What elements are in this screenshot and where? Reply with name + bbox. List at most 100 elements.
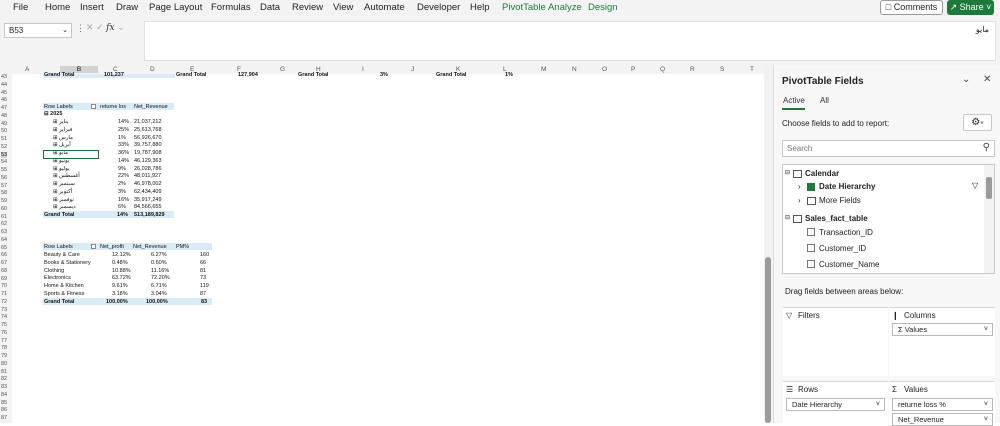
pivot2-category[interactable]: Books & Stationery (44, 260, 91, 266)
expand-icon[interactable]: ⊞ (53, 135, 58, 141)
pivot1-year[interactable]: ⊟ 2025 (44, 111, 62, 117)
row-header[interactable]: 61 (1, 214, 7, 220)
field-date-hierarchy[interactable]: Date Hierarchy (819, 182, 875, 191)
tab-automate[interactable]: Automate (364, 2, 405, 13)
pivot1-month-label[interactable]: نوفمبر (59, 197, 74, 203)
pivot2-net-revenue[interactable]: 0.60% (151, 260, 167, 266)
row-header[interactable]: 49 (1, 121, 7, 127)
row-header[interactable]: 74 (1, 314, 7, 320)
row-header[interactable]: 65 (1, 245, 7, 251)
close-icon[interactable]: ✕ (983, 74, 991, 85)
pivot2-header-profit[interactable]: Net_profit (100, 244, 124, 250)
row-header[interactable]: 79 (1, 353, 7, 359)
cell[interactable]: Grand Total (176, 72, 206, 78)
pivot2-net-revenue[interactable]: 6.27% (151, 252, 167, 258)
column-header[interactable]: I (362, 66, 364, 73)
pivot1-month-label[interactable]: سبتمبر (59, 181, 75, 187)
row-header[interactable]: 73 (1, 307, 7, 313)
expand-icon[interactable]: ⊞ (53, 166, 58, 172)
pivot1-total-pct[interactable]: 14% (117, 212, 128, 218)
row-header[interactable]: 53 (1, 151, 8, 158)
pivot2-pm[interactable]: 87 (200, 291, 206, 297)
tab-page-layout[interactable]: Page Layout (149, 2, 202, 13)
row-header[interactable]: 83 (1, 384, 7, 390)
column-header[interactable]: N (572, 66, 577, 73)
row-header[interactable]: 87 (1, 415, 7, 421)
expand-icon[interactable]: ⊞ (53, 189, 58, 195)
field-table-sales[interactable]: Sales_fact_table (805, 214, 868, 223)
selected-cell-b53[interactable] (43, 150, 99, 159)
chevron-down-icon[interactable]: ⌄ (62, 24, 68, 37)
row-header[interactable]: 68 (1, 268, 7, 274)
pivot2-category[interactable]: Clothing (44, 268, 64, 274)
row-header[interactable]: 56 (1, 175, 7, 181)
row-header[interactable]: 82 (1, 376, 7, 382)
pivot1-returns-pct[interactable]: 14% (118, 119, 129, 125)
column-header[interactable]: G (280, 66, 285, 73)
field-list-scroll-thumb[interactable] (986, 177, 992, 199)
more-options-icon[interactable]: ⋮ (76, 23, 85, 34)
row-header[interactable]: 76 (1, 330, 7, 336)
tab-active[interactable]: Active (783, 96, 805, 105)
chevron-down-icon[interactable]: ⌄ (962, 74, 970, 85)
column-header[interactable]: J (411, 66, 414, 73)
expand-icon[interactable]: ⊞ (53, 181, 58, 187)
worksheet-grid[interactable]: A B C D E F G H I J K L M N O P Q R S T … (0, 65, 764, 423)
pivot1-net-revenue[interactable]: 19,787,908 (134, 150, 162, 156)
pivot1-returns-pct[interactable]: 22% (118, 173, 129, 179)
pivot2-header-revenue[interactable]: Net_Revenue (133, 244, 167, 250)
row-header[interactable]: 77 (1, 338, 7, 344)
pivot2-net-profit[interactable]: 12.12% (112, 252, 131, 258)
row-header[interactable]: 50 (1, 128, 7, 134)
pivot1-net-revenue[interactable]: 46,978,002 (134, 181, 162, 187)
cell[interactable]: Grand Total (44, 72, 74, 78)
pivot1-returns-pct[interactable]: 6% (118, 204, 126, 210)
pivot1-net-revenue[interactable]: 35,917,249 (134, 197, 162, 203)
pivot1-header-row-labels[interactable]: Row Labels (44, 104, 73, 110)
tab-formulas[interactable]: Formulas (211, 2, 251, 13)
chevron-down-icon[interactable]: ˅ (984, 399, 988, 410)
field-search-input[interactable]: Search ⚲ (782, 140, 995, 157)
tab-draw[interactable]: Draw (116, 2, 138, 13)
row-header[interactable]: 47 (1, 105, 7, 111)
collapse-icon[interactable]: ⊟ (785, 169, 790, 176)
pivot1-returns-pct[interactable]: 9% (118, 166, 126, 172)
row-header[interactable]: 46 (1, 97, 7, 103)
pivot2-total-rev[interactable]: 100.00% (146, 299, 168, 305)
share-button[interactable]: ↗ Share ˅ (947, 0, 994, 15)
pivot2-total-profit[interactable]: 100.00% (106, 299, 128, 305)
column-header[interactable]: M (541, 66, 546, 73)
column-header[interactable]: P (631, 66, 635, 73)
pivot2-net-profit[interactable]: 3.18% (112, 291, 128, 297)
column-header[interactable]: A (25, 66, 29, 73)
name-box[interactable]: B53 ⌄ (4, 23, 72, 38)
expand-icon[interactable]: ⊞ (53, 119, 58, 125)
row-header[interactable]: 55 (1, 167, 7, 173)
row-header[interactable]: 71 (1, 291, 7, 297)
chevron-down-icon[interactable]: ˅ (876, 399, 880, 410)
row-header[interactable]: 64 (1, 237, 7, 243)
pivot2-pm[interactable]: 66 (200, 260, 206, 266)
tab-file[interactable]: File (13, 2, 28, 13)
collapse-icon[interactable]: ⊟ (785, 214, 790, 221)
tab-developer[interactable]: Developer (417, 2, 460, 13)
row-header[interactable]: 85 (1, 400, 7, 406)
enter-icon[interactable]: ✓ (96, 22, 104, 32)
rows-item-date-hierarchy[interactable]: Date Hierarchy ˅ (786, 398, 885, 411)
field-list[interactable]: ⊟ Calendar › Date Hierarchy ▽ › More Fie… (782, 164, 995, 274)
rows-area[interactable]: ☰ Rows Date Hierarchy ˅ (783, 381, 888, 423)
column-header[interactable]: T (750, 66, 754, 73)
row-header[interactable]: 57 (1, 183, 7, 189)
pivot1-header-returns[interactable]: returne los (100, 104, 126, 110)
tab-pivottable-analyze[interactable]: PivotTable Analyze (502, 2, 582, 13)
pivot1-month-label[interactable]: يوليو (59, 166, 70, 172)
row-header[interactable]: 81 (1, 369, 7, 375)
pivot1-returns-pct[interactable]: 2% (118, 181, 126, 187)
row-header[interactable]: 44 (1, 82, 7, 88)
row-header[interactable]: 45 (1, 90, 7, 96)
pivot1-returns-pct[interactable]: 33% (118, 142, 129, 148)
tab-view[interactable]: View (333, 2, 353, 13)
chevron-right-icon[interactable]: › (798, 182, 801, 191)
row-header[interactable]: 80 (1, 361, 7, 367)
field-more-fields[interactable]: More Fields (819, 196, 861, 205)
